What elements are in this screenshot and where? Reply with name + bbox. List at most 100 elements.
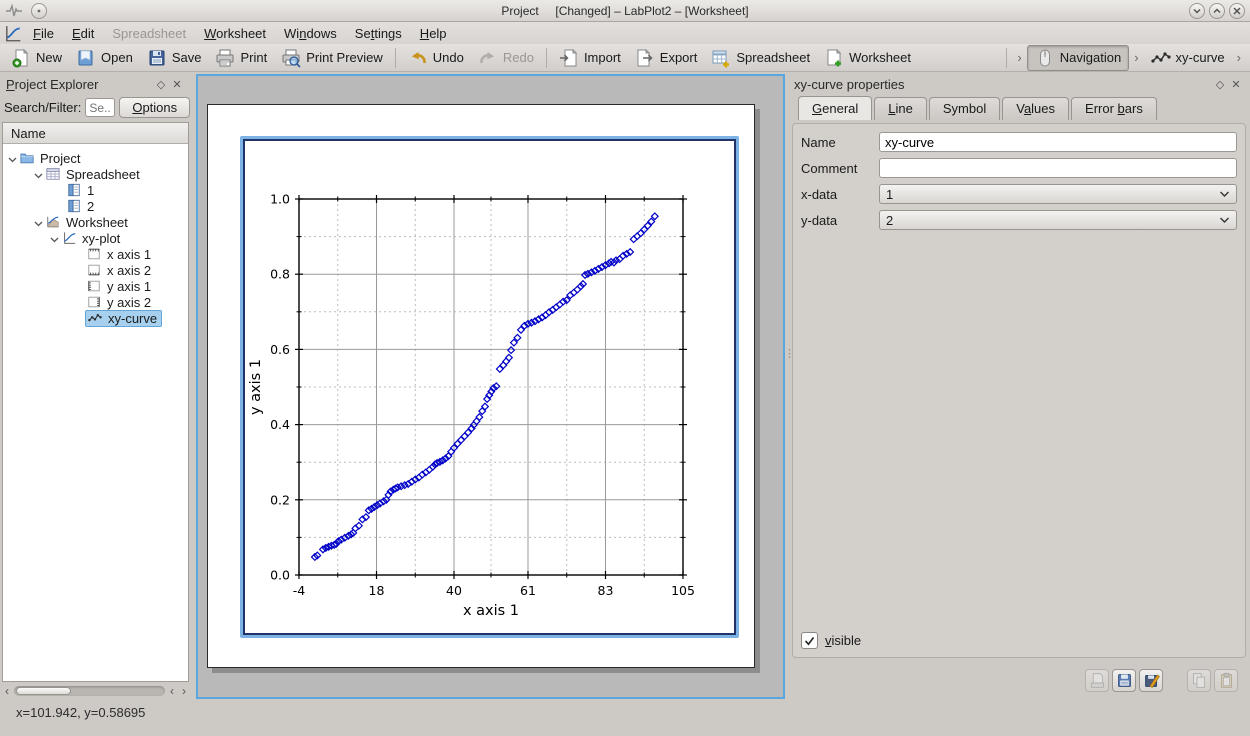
save-floppy-icon — [147, 48, 167, 68]
new-worksheet-label: Worksheet — [849, 50, 911, 65]
window-title: Project [Changed] – LabPlot2 – [Workshee… — [0, 4, 1250, 18]
save-template-button[interactable] — [1112, 669, 1136, 692]
tree-item-x-axis-2[interactable]: x axis 2 — [3, 262, 188, 278]
new-button[interactable]: New — [4, 46, 69, 70]
float-panel-icon[interactable]: ◇ — [153, 78, 169, 92]
menu-edit[interactable]: Edit — [63, 24, 103, 43]
save-as-template-button[interactable] — [1139, 669, 1163, 692]
plot-selection-frame: -4184061831050.00.20.40.60.81.0x axis 1y… — [240, 136, 739, 638]
navigation-button[interactable]: Navigation — [1027, 45, 1129, 71]
open-document-icon — [76, 48, 96, 68]
options-button[interactable]: Options — [119, 97, 190, 118]
tree-item-label: x axis 1 — [105, 247, 153, 262]
tree-item-label: xy-plot — [80, 231, 122, 246]
tree-item-x-axis-1[interactable]: x axis 1 — [3, 246, 188, 262]
import-label: Import — [584, 50, 621, 65]
tree-item-column-1[interactable]: 1 — [3, 182, 188, 198]
svg-text:0.8: 0.8 — [270, 267, 290, 282]
xy-plot-canvas[interactable]: -4184061831050.00.20.40.60.81.0x axis 1y… — [245, 141, 734, 633]
save-button[interactable]: Save — [140, 46, 209, 70]
menu-help[interactable]: Help — [411, 24, 456, 43]
print-label: Print — [240, 50, 267, 65]
print-icon — [215, 48, 235, 68]
tab-symbol[interactable]: Symbol — [929, 97, 1000, 120]
tree-item-worksheet[interactable]: Worksheet — [3, 214, 188, 230]
undo-label: Undo — [433, 50, 464, 65]
print-button[interactable]: Print — [208, 46, 274, 70]
axis-icon — [87, 263, 101, 277]
scrollbar-track[interactable] — [14, 686, 165, 696]
expand-arrow-icon[interactable] — [33, 217, 46, 227]
tree-column-header: Name — [3, 123, 188, 144]
visible-checkbox[interactable] — [801, 632, 818, 649]
properties-header[interactable]: xy-curve properties ◇ ✕ — [790, 74, 1248, 95]
new-spreadsheet-button[interactable]: Spreadsheet — [704, 46, 817, 70]
float-panel-icon[interactable]: ◇ — [1212, 78, 1228, 92]
comment-row: Comment — [801, 158, 1237, 178]
close-panel-icon[interactable]: ✕ — [169, 78, 185, 92]
explorer-horizontal-scrollbar[interactable]: ‹ ‹ › — [2, 683, 189, 698]
expand-arrow-icon[interactable] — [49, 233, 62, 243]
import-button[interactable]: Import — [552, 46, 628, 70]
tab-general[interactable]: General — [798, 96, 872, 120]
scrollbar-thumb[interactable] — [16, 687, 71, 695]
y-data-label: y-data — [801, 213, 879, 228]
tree-item-xy-plot[interactable]: xy-plot — [3, 230, 188, 246]
tree-item-spreadsheet[interactable]: Spreadsheet — [3, 166, 188, 182]
menu-worksheet[interactable]: Worksheet — [195, 24, 275, 43]
tab-values[interactable]: Values — [1002, 97, 1069, 120]
worksheet-view[interactable]: -4184061831050.00.20.40.60.81.0x axis 1y… — [196, 74, 785, 699]
window-menu-button[interactable] — [31, 3, 47, 19]
xy-plot-area[interactable]: -4184061831050.00.20.40.60.81.0x axis 1y… — [243, 139, 736, 635]
new-worksheet-button[interactable]: Worksheet — [817, 46, 918, 70]
tree-item-label: y axis 2 — [105, 295, 153, 310]
redo-label: Redo — [503, 50, 534, 65]
name-input[interactable] — [879, 132, 1237, 152]
comment-input[interactable] — [879, 158, 1237, 178]
scroll-left-icon[interactable]: ‹ — [167, 684, 177, 698]
menu-windows[interactable]: Windows — [275, 24, 346, 43]
main-toolbar: New Open Save Print Print Preview Undo R… — [0, 44, 1250, 72]
tree-item-xy-curve[interactable]: xy-curve — [3, 310, 188, 326]
scroll-left-icon[interactable]: ‹ — [2, 684, 12, 698]
tree-item-label: xy-curve — [106, 311, 159, 326]
xy-curve-toolbar-button[interactable]: xy-curve — [1144, 46, 1232, 70]
open-button[interactable]: Open — [69, 46, 140, 70]
worksheet-page[interactable]: -4184061831050.00.20.40.60.81.0x axis 1y… — [207, 104, 755, 668]
tree-item-y-axis-2[interactable]: y axis 2 — [3, 294, 188, 310]
worksheet-icon — [46, 215, 60, 229]
expand-arrow-icon[interactable] — [7, 153, 20, 163]
project-explorer-header[interactable]: Project Explorer ◇ ✕ — [2, 74, 189, 95]
toolbar-overflow-chevron[interactable]: › — [1129, 50, 1143, 65]
menu-settings[interactable]: Settings — [346, 24, 411, 43]
project-explorer-panel: Project Explorer ◇ ✕ Search/Filter: Opti… — [2, 74, 189, 698]
export-button[interactable]: Export — [628, 46, 705, 70]
tree-item-project[interactable]: Project — [3, 150, 188, 166]
xy-plot-icon — [62, 231, 76, 245]
close-panel-icon[interactable]: ✕ — [1228, 78, 1244, 92]
search-filter-label: Search/Filter: — [4, 100, 81, 115]
scroll-right-icon[interactable]: › — [179, 684, 189, 698]
y-data-combobox[interactable]: 2 — [879, 210, 1237, 230]
toolbar-overflow-chevron[interactable]: › — [1232, 50, 1246, 65]
svg-text:0.0: 0.0 — [270, 568, 290, 583]
minimize-button[interactable] — [1189, 3, 1205, 19]
search-filter-input[interactable] — [85, 98, 115, 117]
properties-footer-buttons — [1085, 669, 1238, 692]
tree-item-column-2[interactable]: 2 — [3, 198, 188, 214]
tab-line[interactable]: Line — [874, 97, 927, 120]
menu-file[interactable]: File — [24, 24, 63, 43]
toolbar-overflow-chevron[interactable]: › — [1012, 50, 1026, 65]
print-preview-button[interactable]: Print Preview — [274, 46, 390, 70]
maximize-button[interactable] — [1209, 3, 1225, 19]
tree-item-y-axis-1[interactable]: y axis 1 — [3, 278, 188, 294]
undo-button[interactable]: Undo — [401, 46, 471, 70]
tab-error-bars[interactable]: Error bars — [1071, 97, 1157, 120]
template-icon — [1089, 672, 1106, 689]
x-data-combobox[interactable]: 1 — [879, 184, 1237, 204]
name-label: Name — [801, 135, 879, 150]
expand-arrow-icon[interactable] — [33, 169, 46, 179]
svg-text:0.6: 0.6 — [270, 342, 290, 357]
close-button[interactable] — [1229, 3, 1245, 19]
svg-text:105: 105 — [671, 583, 695, 598]
